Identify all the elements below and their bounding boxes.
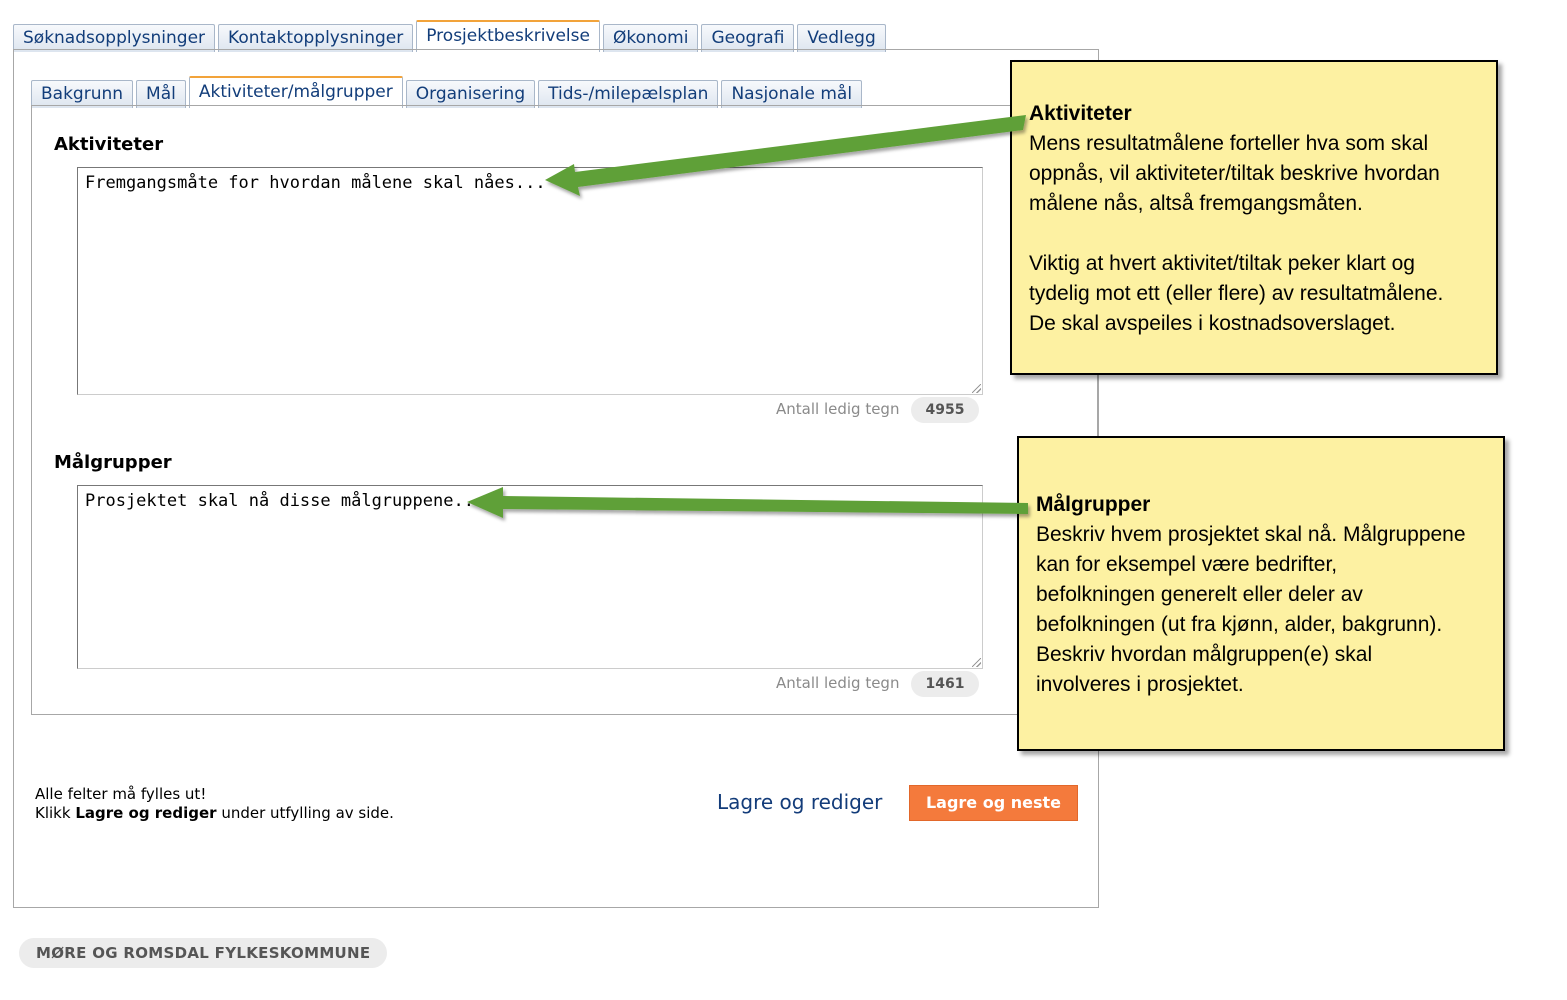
annotation-arrows <box>467 115 1028 518</box>
arrow-to-aktiviteter-icon <box>545 115 1026 196</box>
arrow-to-malgrupper-icon <box>467 487 1028 518</box>
